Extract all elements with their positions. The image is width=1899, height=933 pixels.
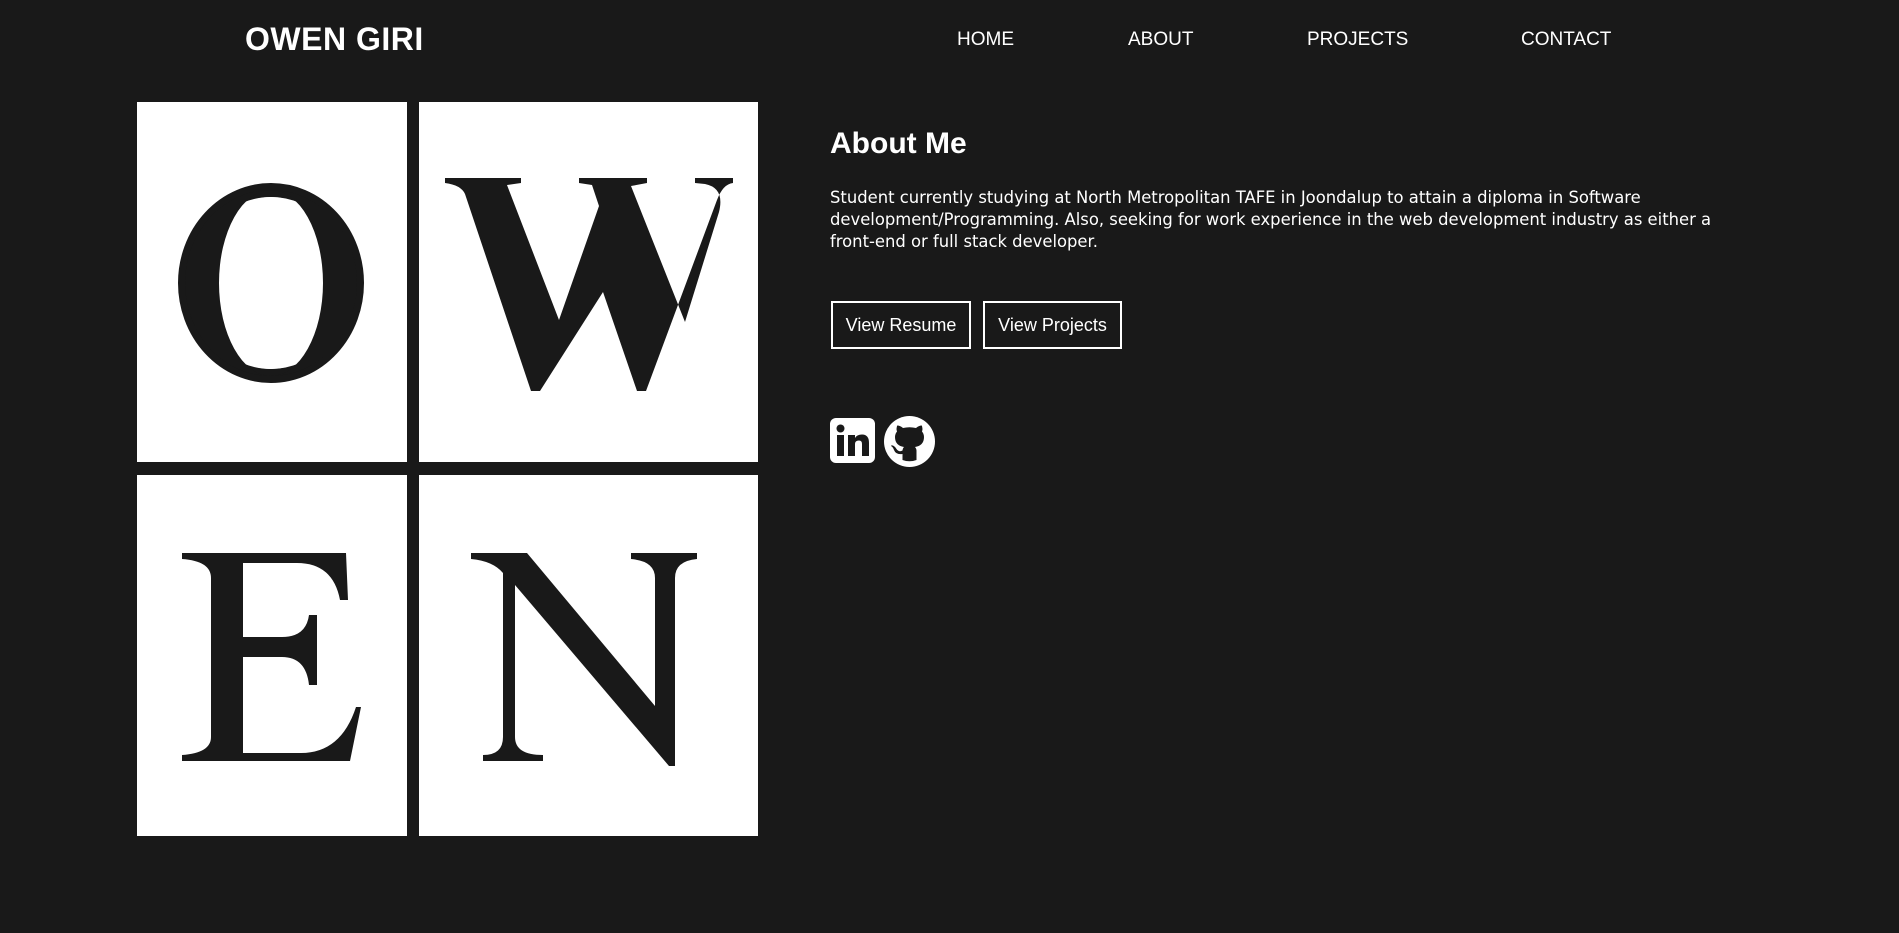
letter-tile-e bbox=[137, 475, 407, 836]
about-description: Student currently studying at North Metr… bbox=[830, 188, 1712, 251]
nav-about[interactable]: ABOUT bbox=[1128, 28, 1193, 52]
page: OWEN GIRI HOME ABOUT PROJECTS CONTACT Ab… bbox=[0, 0, 1899, 933]
linkedin-icon[interactable] bbox=[830, 418, 875, 463]
letter-tile-n bbox=[419, 475, 758, 836]
view-resume-button[interactable]: View Resume bbox=[831, 301, 971, 349]
about-title: About Me bbox=[830, 127, 967, 160]
letter-e-graphic bbox=[182, 553, 361, 761]
letter-tile-w bbox=[419, 102, 758, 462]
letter-w-graphic bbox=[445, 178, 733, 391]
letter-o-graphic bbox=[178, 183, 364, 383]
main-nav: HOME ABOUT PROJECTS CONTACT bbox=[0, 28, 1899, 52]
letter-n-graphic bbox=[471, 553, 697, 766]
nav-contact[interactable]: CONTACT bbox=[1521, 28, 1611, 52]
nav-projects[interactable]: PROJECTS bbox=[1307, 28, 1408, 52]
github-icon[interactable] bbox=[884, 416, 935, 467]
view-projects-button[interactable]: View Projects bbox=[983, 301, 1122, 349]
letter-tile-o bbox=[137, 102, 407, 462]
nav-home[interactable]: HOME bbox=[957, 28, 1014, 52]
